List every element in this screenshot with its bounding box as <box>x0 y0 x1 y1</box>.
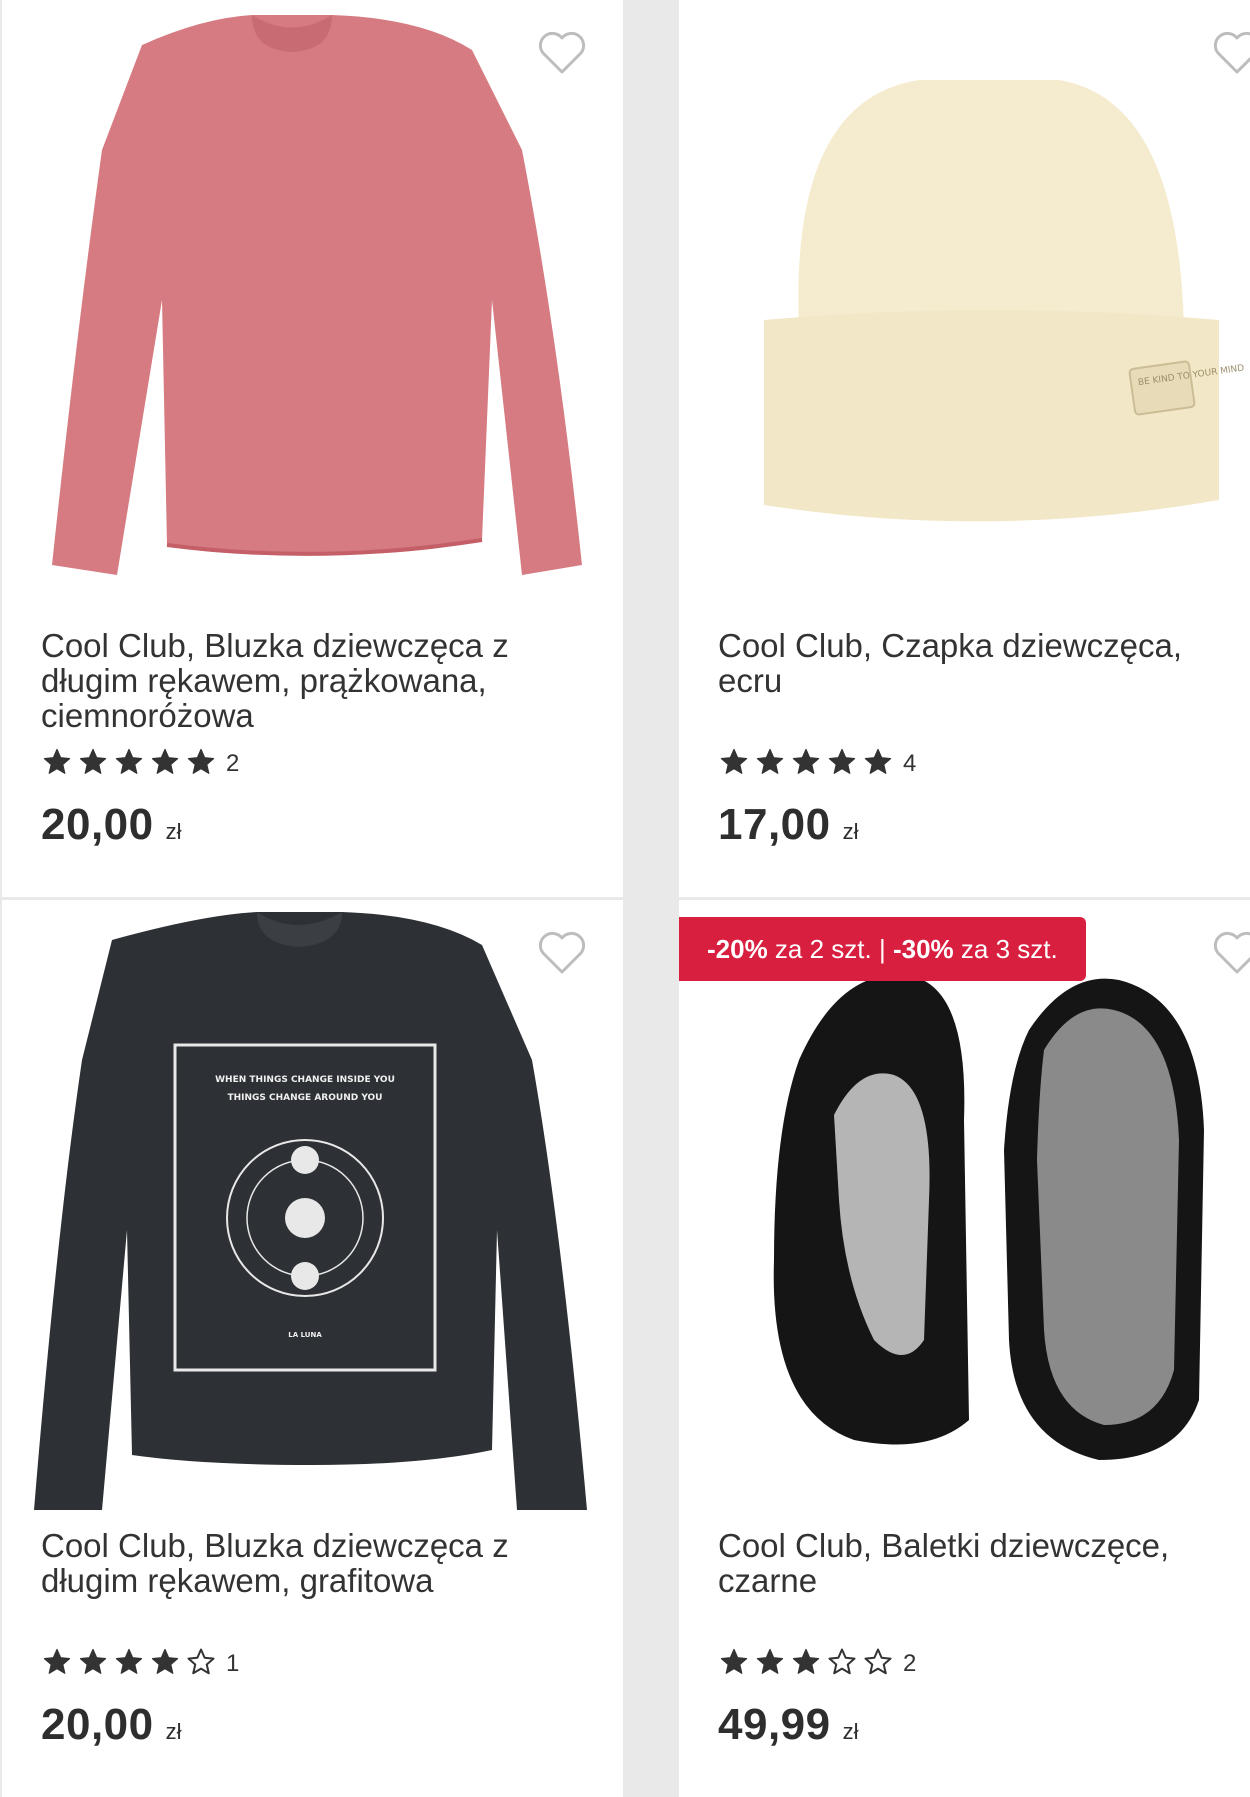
wishlist-heart-icon[interactable] <box>1212 930 1250 976</box>
star-filled-icon <box>791 1647 821 1677</box>
product-title[interactable]: Cool Club, Bluzka dziewczęca z długim rę… <box>41 1528 571 1598</box>
product-card[interactable]: -20% za 2 szt. | -30% za 3 szt. Cool Clu… <box>679 900 1250 1797</box>
star-empty-icon <box>863 1647 893 1677</box>
price-currency: zł <box>842 819 859 844</box>
star-rating <box>42 1647 222 1682</box>
wishlist-heart-icon[interactable] <box>537 30 587 76</box>
star-rating <box>719 747 899 782</box>
star-filled-icon <box>150 1647 180 1677</box>
product-rating: 2 <box>42 744 239 784</box>
price-value: 49,99 <box>718 1700 831 1749</box>
product-title[interactable]: Cool Club, Czapka dziewczęca, ecru <box>718 628 1248 698</box>
product-card[interactable]: WHEN THINGS CHANGE INSIDE YOU THINGS CHA… <box>2 900 623 1797</box>
product-price: 20,00 zł <box>41 1700 182 1750</box>
star-filled-icon <box>42 1647 72 1677</box>
ballet-slippers-illustration <box>773 974 1204 1460</box>
graphite-top-illustration: WHEN THINGS CHANGE INSIDE YOU THINGS CHA… <box>34 912 587 1510</box>
promo-badge: -20% za 2 szt. | -30% za 3 szt. <box>679 917 1086 981</box>
star-empty-icon <box>186 1647 216 1677</box>
price-value: 20,00 <box>41 1700 154 1749</box>
star-rating <box>719 1647 899 1682</box>
print-line-3: LA LUNA <box>288 1331 322 1339</box>
star-filled-icon <box>863 747 893 777</box>
rating-count: 1 <box>226 1650 240 1677</box>
star-filled-icon <box>114 1647 144 1677</box>
product-title[interactable]: Cool Club, Bluzka dziewczęca z długim rę… <box>41 628 571 733</box>
star-filled-icon <box>755 747 785 777</box>
star-filled-icon <box>186 747 216 777</box>
product-rating: 1 <box>42 1644 239 1684</box>
price-currency: zł <box>165 1719 182 1744</box>
star-filled-icon <box>150 747 180 777</box>
star-filled-icon <box>791 747 821 777</box>
pink-top-illustration <box>52 15 582 575</box>
rating-count: 4 <box>903 750 917 777</box>
star-filled-icon <box>827 747 857 777</box>
star-filled-icon <box>719 1647 749 1677</box>
product-image[interactable]: BE KIND TO YOUR MIND <box>679 0 1250 610</box>
rating-count: 2 <box>226 750 240 777</box>
promo-discount-3: -30% <box>892 934 954 964</box>
star-filled-icon <box>42 747 72 777</box>
beanie-illustration: BE KIND TO YOUR MIND <box>764 80 1245 522</box>
price-currency: zł <box>842 1719 859 1744</box>
star-filled-icon <box>78 747 108 777</box>
wishlist-heart-icon[interactable] <box>537 930 587 976</box>
promo-text-2: za 2 szt. | <box>767 934 893 964</box>
product-image[interactable] <box>2 0 623 610</box>
product-title[interactable]: Cool Club, Baletki dziewczęce, czarne <box>718 1528 1248 1598</box>
product-card[interactable]: BE KIND TO YOUR MIND Cool Club, Czapka d… <box>679 0 1250 897</box>
price-value: 17,00 <box>718 800 831 849</box>
star-filled-icon <box>719 747 749 777</box>
price-currency: zł <box>165 819 182 844</box>
price-value: 20,00 <box>41 800 154 849</box>
product-price: 20,00 zł <box>41 800 182 850</box>
product-rating: 4 <box>719 744 916 784</box>
promo-text-3: za 3 szt. <box>953 934 1058 964</box>
star-filled-icon <box>114 747 144 777</box>
promo-discount-2: -20% <box>707 934 768 964</box>
product-price: 49,99 zł <box>718 1700 859 1750</box>
print-line-2: THINGS CHANGE AROUND YOU <box>227 1093 382 1103</box>
product-image[interactable] <box>679 900 1250 1510</box>
star-empty-icon <box>827 1647 857 1677</box>
star-filled-icon <box>755 1647 785 1677</box>
rating-count: 2 <box>903 1650 917 1677</box>
product-image[interactable]: WHEN THINGS CHANGE INSIDE YOU THINGS CHA… <box>2 900 623 1510</box>
product-rating: 2 <box>719 1644 916 1684</box>
product-price: 17,00 zł <box>718 800 859 850</box>
star-filled-icon <box>78 1647 108 1677</box>
wishlist-heart-icon[interactable] <box>1212 30 1250 76</box>
product-card[interactable]: Cool Club, Bluzka dziewczęca z długim rę… <box>2 0 623 897</box>
print-line-1: WHEN THINGS CHANGE INSIDE YOU <box>215 1075 395 1085</box>
star-rating <box>42 747 222 782</box>
